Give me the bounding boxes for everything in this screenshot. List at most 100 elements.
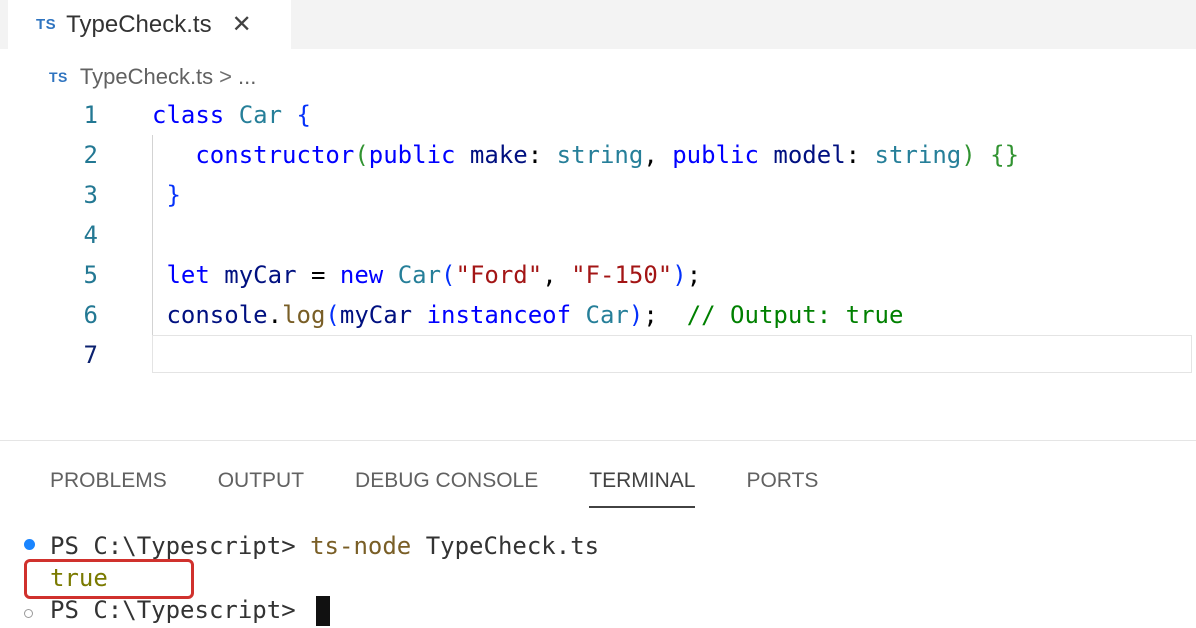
code-line[interactable]: 7 — [0, 335, 1196, 375]
code-token: } — [166, 181, 181, 209]
code-token: Car — [585, 301, 629, 329]
code-line[interactable]: 4 — [0, 215, 1196, 255]
code-token: , — [542, 261, 572, 289]
code-text: console.log(myCar instanceof Car); // Ou… — [152, 295, 903, 335]
code-token: : — [845, 141, 875, 169]
code-token: ( — [325, 301, 340, 329]
tab-problems[interactable]: PROBLEMS — [50, 466, 167, 508]
code-token: , — [643, 141, 673, 169]
code-line[interactable]: 2 constructor(public make: string, publi… — [0, 135, 1196, 175]
code-token: constructor — [195, 141, 355, 169]
code-token: let — [166, 261, 210, 289]
code-token: Car — [397, 261, 442, 289]
code-text: } — [152, 175, 181, 215]
code-text: let myCar = new Car("Ford", "F-150"); — [152, 255, 701, 295]
code-token: public — [368, 141, 456, 169]
code-line[interactable]: 1 class Car { — [0, 95, 1196, 135]
close-icon[interactable]: ✕ — [232, 10, 252, 39]
terminal-prompt: PS C:\Typescript> — [50, 596, 311, 624]
tab-title[interactable]: TypeCheck.ts — [66, 11, 211, 39]
code-token: // Output: true — [686, 301, 904, 329]
code-text: class Car { — [152, 95, 311, 135]
code-token: ) — [628, 301, 644, 329]
line-number: 1 — [83, 101, 98, 129]
code-token: { — [296, 101, 311, 129]
terminal[interactable]: PS C:\Typescript> ts-node TypeCheck.ts t… — [0, 525, 1196, 628]
line-number: 2 — [83, 141, 98, 169]
tab-debug-console[interactable]: DEBUG CONSOLE — [355, 466, 538, 508]
code-token: : — [527, 141, 557, 169]
chevron-right-icon: > — [219, 64, 233, 89]
code-token: myCar — [339, 301, 413, 329]
code-line[interactable]: 3 } — [0, 175, 1196, 215]
code-token: ) — [961, 141, 976, 169]
breadcrumb-more[interactable]: ... — [238, 64, 256, 90]
breadcrumb-file[interactable]: TypeCheck.ts — [80, 64, 213, 90]
panel-tabs: PROBLEMS OUTPUT DEBUG CONSOLE TERMINAL PORTS — [50, 466, 869, 508]
editor-tab-bar: TS TypeCheck.ts ✕ — [0, 0, 1196, 49]
code-token: Car — [238, 101, 283, 129]
code-token: ( — [441, 261, 456, 289]
line-number: 7 — [83, 341, 98, 369]
code-token: string — [874, 141, 962, 169]
tab-output[interactable]: OUTPUT — [218, 466, 304, 508]
terminal-line-output: true — [50, 561, 108, 595]
code-token: instanceof — [426, 301, 572, 329]
code-token: {} — [990, 141, 1020, 169]
terminal-prompt: PS C:\Typescript> — [50, 532, 311, 560]
panel-divider — [0, 440, 1196, 441]
code-token: myCar — [224, 261, 297, 289]
code-line[interactable]: 6 console.log(myCar instanceof Car); // … — [0, 295, 1196, 335]
typescript-file-icon: TS — [49, 69, 68, 85]
line-number: 3 — [83, 181, 98, 209]
code-token: public — [672, 141, 759, 169]
terminal-output: true — [50, 564, 108, 592]
terminal-line-prompt: PS C:\Typescript> — [50, 593, 331, 627]
code-token: model — [773, 141, 846, 169]
command-success-icon — [24, 539, 35, 550]
code-token: class — [152, 101, 225, 129]
typescript-file-icon: TS — [36, 16, 57, 33]
code-editor[interactable]: 1 class Car {2 constructor(public make: s… — [0, 95, 1196, 385]
code-token: "Ford" — [455, 261, 543, 289]
code-token: ; — [686, 261, 702, 289]
line-number: 5 — [83, 261, 98, 289]
line-number: 4 — [83, 221, 98, 249]
code-token: ( — [354, 141, 369, 169]
code-token: . — [267, 301, 283, 329]
tab-ports[interactable]: PORTS — [746, 466, 818, 508]
code-token: new — [339, 261, 384, 289]
code-token: "F-150" — [571, 261, 673, 289]
terminal-command-arg: TypeCheck.ts — [411, 532, 600, 560]
terminal-command: ts-node — [310, 532, 412, 560]
line-number: 6 — [83, 301, 98, 329]
tab-terminal[interactable]: TERMINAL — [589, 466, 696, 508]
breadcrumb: TS TypeCheck.ts > ... — [49, 62, 256, 92]
terminal-line-command: PS C:\Typescript> ts-node TypeCheck.ts — [50, 529, 599, 563]
code-text: constructor(public make: string, public … — [152, 135, 1019, 175]
code-token: log — [282, 301, 326, 329]
code-token: ; — [643, 301, 687, 329]
terminal-cursor[interactable] — [316, 596, 331, 626]
code-token: make — [469, 141, 528, 169]
tab-typecheck[interactable]: TS TypeCheck.ts ✕ — [8, 0, 291, 49]
code-token: console — [166, 301, 268, 329]
code-token: string — [556, 141, 644, 169]
code-line[interactable]: 5 let myCar = new Car("Ford", "F-150"); — [0, 255, 1196, 295]
code-token: = — [296, 261, 340, 289]
command-pending-icon — [24, 609, 33, 618]
code-token: ) — [672, 261, 687, 289]
